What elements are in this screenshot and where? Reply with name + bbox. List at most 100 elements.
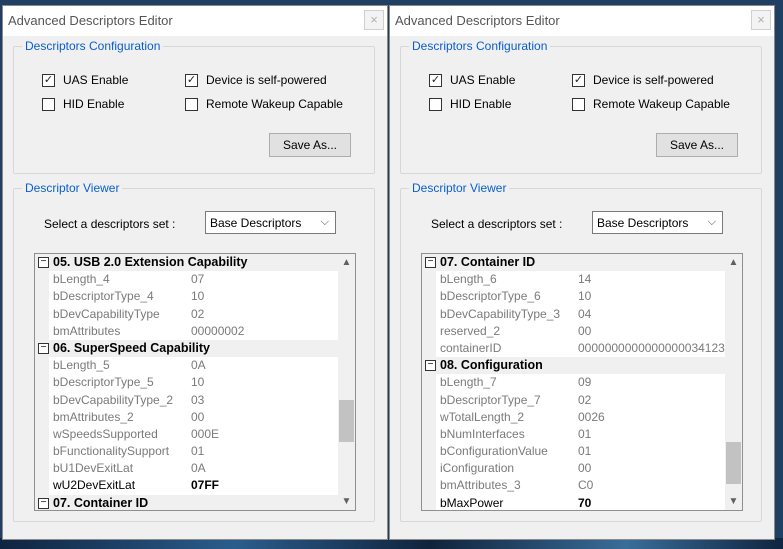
property-value[interactable]: C0 bbox=[578, 477, 593, 494]
scroll-up-icon[interactable]: ▲ bbox=[725, 254, 742, 271]
grid-property-row[interactable]: bConfigurationValue 01 bbox=[422, 443, 725, 461]
property-value[interactable]: 70 bbox=[578, 495, 591, 510]
grid-property-row[interactable]: bDevCapabilityType_3 04 bbox=[422, 305, 725, 323]
hid-enable-checkbox[interactable]: HID Enable bbox=[42, 97, 124, 111]
property-value[interactable]: 00 bbox=[191, 409, 204, 426]
collapse-icon[interactable]: − bbox=[425, 360, 436, 372]
vertical-scrollbar[interactable]: ▲ ▼ bbox=[338, 254, 355, 510]
collapse-icon[interactable]: − bbox=[425, 257, 436, 268]
uas-enable-checkbox[interactable]: ✓ UAS Enable bbox=[429, 73, 515, 87]
checkbox-label: UAS Enable bbox=[63, 73, 129, 87]
descriptors-set-select[interactable]: Base Descriptors ⌵ bbox=[592, 211, 723, 234]
close-icon[interactable]: × bbox=[751, 10, 771, 30]
category-name: 08. Configuration bbox=[440, 358, 543, 373]
property-value[interactable]: 00 bbox=[578, 460, 591, 477]
property-value[interactable]: 14 bbox=[578, 271, 591, 288]
grid-property-row[interactable]: reserved_2 00 bbox=[422, 322, 725, 340]
row-margin bbox=[35, 425, 49, 444]
scroll-down-icon[interactable]: ▼ bbox=[338, 493, 355, 510]
grid-property-row[interactable]: bDescriptorType_4 10 bbox=[35, 288, 338, 306]
remote-wakeup-checkbox[interactable]: Remote Wakeup Capable bbox=[572, 97, 730, 111]
property-value[interactable]: 01 bbox=[191, 443, 204, 460]
grid-property-row[interactable]: bU1DevExitLat 0A bbox=[35, 460, 338, 478]
grid-property-row[interactable]: bDescriptorType_5 10 bbox=[35, 374, 338, 392]
grid-property-row[interactable]: bLength_4 07 bbox=[35, 271, 338, 289]
property-value[interactable]: 09 bbox=[578, 374, 591, 391]
hid-enable-checkbox[interactable]: HID Enable bbox=[429, 97, 511, 111]
property-name: bLength_6 bbox=[440, 272, 497, 287]
scrollbar-thumb[interactable] bbox=[726, 442, 741, 484]
grid-category-row[interactable]: −07. Container ID bbox=[35, 494, 338, 510]
grid-category-row[interactable]: −07. Container ID bbox=[422, 254, 725, 272]
grid-property-row[interactable]: iConfiguration 00 bbox=[422, 460, 725, 478]
close-icon[interactable]: × bbox=[364, 10, 384, 30]
property-value[interactable]: 01 bbox=[578, 426, 591, 443]
grid-property-row[interactable]: bFunctionalitySupport 01 bbox=[35, 443, 338, 461]
checkbox-label: Remote Wakeup Capable bbox=[593, 97, 730, 111]
row-margin bbox=[35, 443, 49, 461]
save-as-button[interactable]: Save As... bbox=[269, 133, 351, 157]
scroll-up-icon[interactable]: ▲ bbox=[338, 254, 355, 271]
collapse-icon[interactable]: − bbox=[38, 342, 49, 354]
grid-category-row[interactable]: −06. SuperSpeed Capability bbox=[35, 339, 338, 358]
property-name: bDescriptorType_7 bbox=[440, 392, 541, 407]
grid-property-row[interactable]: bDescriptorType_7 02 bbox=[422, 391, 725, 409]
vertical-scrollbar[interactable]: ▲ ▼ bbox=[725, 254, 742, 510]
property-value[interactable]: 10 bbox=[191, 288, 204, 305]
grid-property-row[interactable]: wSpeedsSupported 000E bbox=[35, 425, 338, 444]
grid-category-row[interactable]: −08. Configuration bbox=[422, 357, 725, 375]
property-value[interactable]: 04 bbox=[578, 306, 591, 323]
scrollbar-thumb[interactable] bbox=[339, 400, 354, 442]
collapse-icon[interactable]: − bbox=[38, 497, 49, 509]
uas-enable-checkbox[interactable]: ✓ UAS Enable bbox=[42, 73, 128, 87]
row-margin bbox=[422, 271, 436, 289]
grid-property-row[interactable]: bDevCapabilityType_2 03 bbox=[35, 391, 338, 409]
grid-property-row[interactable]: bmAttributes 00000002 bbox=[35, 322, 338, 340]
remote-wakeup-checkbox[interactable]: Remote Wakeup Capable bbox=[185, 97, 343, 111]
grid-category-row[interactable]: −05. USB 2.0 Extension Capability bbox=[35, 254, 338, 272]
row-margin bbox=[35, 408, 49, 426]
property-value[interactable]: 01 bbox=[578, 443, 591, 460]
collapse-icon[interactable]: − bbox=[38, 257, 49, 268]
property-name: bDevCapabilityType_3 bbox=[440, 306, 561, 321]
grid-property-row[interactable]: bmAttributes_2 00 bbox=[35, 408, 338, 426]
title-bar: Advanced Descriptors Editor × bbox=[390, 6, 774, 36]
property-value[interactable]: 02 bbox=[191, 306, 204, 323]
checkbox-check-icon: ✓ bbox=[572, 73, 585, 87]
property-value[interactable]: 00000002 bbox=[191, 323, 244, 340]
self-powered-checkbox[interactable]: ✓ Device is self-powered bbox=[572, 73, 714, 87]
property-value[interactable]: 000000000000000003412341 bbox=[578, 340, 725, 357]
property-value[interactable]: 07FF bbox=[191, 477, 219, 494]
property-value[interactable]: 0A bbox=[191, 460, 206, 477]
grid-property-row[interactable]: bLength_5 0A bbox=[35, 357, 338, 375]
grid-property-row[interactable]: bDescriptorType_6 10 bbox=[422, 288, 725, 306]
property-value[interactable]: 10 bbox=[578, 288, 591, 305]
descriptor-viewer-group: Descriptor Viewer Select a descriptors s… bbox=[13, 181, 375, 522]
property-name: bmAttributes_3 bbox=[440, 478, 521, 493]
grid-property-row[interactable]: bDevCapabilityType 02 bbox=[35, 305, 338, 323]
group-legend: Descriptor Viewer bbox=[409, 181, 510, 195]
descriptors-set-select[interactable]: Base Descriptors ⌵ bbox=[205, 211, 336, 234]
descriptors-editor-window-right: Advanced Descriptors Editor × Descriptor… bbox=[389, 5, 775, 540]
grid-property-row[interactable]: bLength_7 09 bbox=[422, 374, 725, 392]
grid-property-row[interactable]: bmAttributes_3 C0 bbox=[422, 477, 725, 495]
grid-property-row[interactable]: bNumInterfaces 01 bbox=[422, 425, 725, 444]
property-value[interactable]: 00 bbox=[578, 323, 591, 340]
property-value[interactable]: 10 bbox=[191, 374, 204, 391]
grid-property-row[interactable]: containerID 000000000000000003412341 bbox=[422, 339, 725, 358]
property-value[interactable]: 03 bbox=[191, 392, 204, 409]
self-powered-checkbox[interactable]: ✓ Device is self-powered bbox=[185, 73, 327, 87]
property-value[interactable]: 07 bbox=[191, 271, 204, 288]
property-value[interactable]: 02 bbox=[578, 392, 591, 409]
grid-property-row[interactable]: bLength_6 14 bbox=[422, 271, 725, 289]
grid-property-row[interactable]: bMaxPower 70 bbox=[422, 494, 725, 510]
row-margin bbox=[422, 288, 436, 306]
grid-property-row[interactable]: wTotalLength_2 0026 bbox=[422, 408, 725, 426]
row-margin bbox=[422, 322, 436, 340]
save-as-button[interactable]: Save As... bbox=[656, 133, 738, 157]
property-value[interactable]: 0A bbox=[191, 357, 206, 374]
grid-property-row[interactable]: wU2DevExitLat 07FF bbox=[35, 477, 338, 495]
property-value[interactable]: 0026 bbox=[578, 409, 605, 426]
scroll-down-icon[interactable]: ▼ bbox=[725, 493, 742, 510]
property-value[interactable]: 000E bbox=[191, 426, 219, 443]
